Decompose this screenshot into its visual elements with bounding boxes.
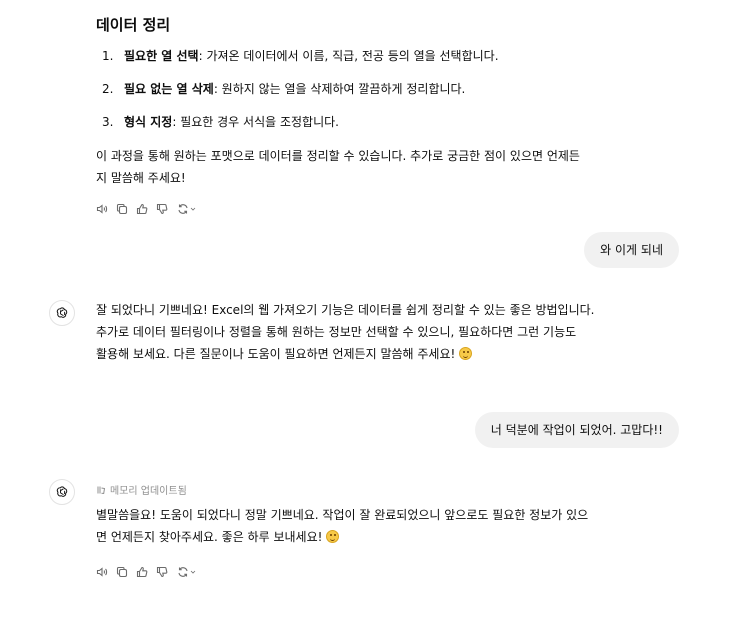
steps-list: 1. 필요한 열 선택: 가져온 데이터에서 이름, 직급, 전공 등의 열을 선…	[96, 48, 499, 147]
step-text: : 원하지 않는 열을 삭제하여 깔끔하게 정리합니다.	[213, 82, 466, 96]
user-message-bubble: 너 덕분에 작업이 되었어. 고맙다!!	[474, 412, 679, 448]
assistant-message-text: 잘 되었다니 기쁘네요! Excel의 웹 가져오기 기능은 데이터를 쉽게 정…	[96, 299, 594, 365]
section-heading: 데이터 정리	[96, 16, 171, 34]
openai-logo-icon	[49, 300, 75, 326]
message-line: 면 언제든지 찾아주세요. 좋은 하루 보내세요!	[96, 526, 588, 548]
chevron-down-icon	[190, 207, 196, 211]
step-number: 2.	[102, 82, 114, 96]
message-line: 이 과정을 통해 원하는 포맷으로 데이터를 정리할 수 있습니다. 추가로 궁…	[96, 149, 580, 163]
assistant-message-text: 이 과정을 통해 원하는 포맷으로 데이터를 정리할 수 있습니다. 추가로 궁…	[96, 145, 580, 189]
thumbs-down-icon[interactable]	[152, 200, 172, 218]
openai-logo-icon	[49, 479, 75, 505]
step-title: 필요한 열 선택	[124, 49, 199, 63]
message-actions	[92, 200, 202, 218]
step-title: 형식 지정	[124, 115, 173, 129]
memory-label: 메모리 업데이트됨	[110, 486, 187, 497]
thumbs-up-icon[interactable]	[132, 563, 152, 581]
memory-updated-indicator[interactable]: 메모리 업데이트됨	[96, 482, 187, 497]
message-actions	[92, 563, 202, 581]
list-item: 3. 형식 지정: 필요한 경우 서식을 조정합니다.	[96, 114, 499, 147]
memory-icon	[97, 486, 106, 494]
step-title: 필요 없는 열 삭제	[124, 82, 214, 96]
message-line: 지 말씀해 주세요!	[96, 171, 186, 185]
thumbs-up-icon[interactable]	[132, 200, 152, 218]
smiling-face-emoji	[326, 530, 340, 543]
thumbs-down-icon[interactable]	[152, 563, 172, 581]
speaker-icon[interactable]	[92, 563, 112, 581]
message-line: 활용해 보세요. 다른 질문이나 도움이 필요하면 언제든지 말씀해 주세요!	[96, 343, 594, 365]
smiling-face-emoji	[459, 347, 473, 360]
step-text: : 가져온 데이터에서 이름, 직급, 전공 등의 열을 선택합니다.	[198, 49, 499, 63]
regenerate-icon[interactable]	[172, 200, 202, 218]
message-line-text: 면 언제든지 찾아주세요. 좋은 하루 보내세요!	[96, 530, 323, 544]
list-item: 1. 필요한 열 선택: 가져온 데이터에서 이름, 직급, 전공 등의 열을 선…	[96, 48, 499, 81]
step-text: : 필요한 경우 서식을 조정합니다.	[172, 115, 339, 129]
regenerate-icon[interactable]	[172, 563, 202, 581]
copy-icon[interactable]	[112, 200, 132, 218]
user-message-bubble: 와 이게 되네	[584, 232, 679, 268]
step-number: 1.	[102, 49, 114, 63]
message-line: 별말씀을요! 도움이 되었다니 정말 기쁘네요. 작업이 잘 완료되었으니 앞으…	[96, 508, 589, 522]
assistant-message-text: 별말씀을요! 도움이 되었다니 정말 기쁘네요. 작업이 잘 완료되었으니 앞으…	[96, 504, 588, 548]
message-line: 잘 되었다니 기쁘네요! Excel의 웹 가져오기 기능은 데이터를 쉽게 정…	[96, 303, 595, 317]
chevron-down-icon	[190, 570, 196, 574]
list-item: 2. 필요 없는 열 삭제: 원하지 않는 열을 삭제하여 깔끔하게 정리합니다.	[96, 81, 499, 114]
speaker-icon[interactable]	[92, 200, 112, 218]
step-number: 3.	[102, 115, 114, 129]
message-line-text: 활용해 보세요. 다른 질문이나 도움이 필요하면 언제든지 말씀해 주세요!	[96, 347, 456, 361]
message-line: 추가로 데이터 필터링이나 정렬을 통해 원하는 정보만 선택할 수 있으니, …	[96, 325, 577, 339]
copy-icon[interactable]	[112, 563, 132, 581]
